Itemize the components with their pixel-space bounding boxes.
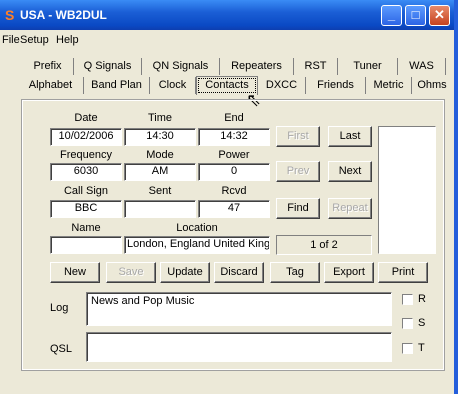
tab-clock[interactable]: Clock bbox=[150, 77, 196, 94]
rcvd-label: Rcvd bbox=[221, 185, 247, 197]
tab-friends[interactable]: Friends bbox=[306, 77, 366, 94]
checkbox-s[interactable] bbox=[402, 318, 413, 329]
checkbox-t[interactable] bbox=[402, 343, 413, 354]
tab-alphabet[interactable]: Alphabet bbox=[18, 77, 84, 94]
discard-button[interactable]: Discard bbox=[214, 262, 264, 283]
app-s-icon: S bbox=[5, 7, 15, 23]
power-label: Power bbox=[218, 149, 250, 161]
save-button[interactable]: Save bbox=[106, 262, 156, 283]
callsign-field[interactable]: BBC bbox=[50, 200, 122, 218]
tab-rst[interactable]: RST bbox=[294, 58, 338, 75]
mode-label: Mode bbox=[146, 149, 174, 161]
checkbox-r-label: R bbox=[418, 293, 426, 305]
tab-band-plan[interactable]: Band Plan bbox=[84, 77, 150, 94]
callsign-label: Call Sign bbox=[63, 185, 109, 197]
tab-ohms[interactable]: Ohms bbox=[412, 77, 452, 94]
mode-field[interactable]: AM bbox=[124, 163, 196, 181]
maximize-button[interactable]: □ bbox=[405, 5, 426, 26]
title-bar[interactable]: S USA - WB2DUL _ □ ✕ bbox=[0, 0, 454, 30]
tab-tuner[interactable]: Tuner bbox=[338, 58, 398, 75]
qsl-label: QSL bbox=[50, 343, 73, 355]
location-field[interactable]: London, England United Kingdom bbox=[124, 236, 270, 254]
repeat-button[interactable]: Repeat bbox=[328, 198, 372, 219]
tab-row-2: Alphabet Band Plan Clock Contacts DXCC F… bbox=[0, 76, 454, 95]
date-label: Date bbox=[74, 112, 98, 124]
sent-field[interactable] bbox=[124, 200, 196, 218]
new-button[interactable]: New bbox=[50, 262, 100, 283]
app-window: S USA - WB2DUL _ □ ✕ File Setup Help Pre… bbox=[0, 0, 458, 394]
minimize-button[interactable]: _ bbox=[381, 5, 402, 26]
checkbox-s-label: S bbox=[418, 317, 426, 329]
tab-repeaters[interactable]: Repeaters bbox=[220, 58, 294, 75]
tab-metric[interactable]: Metric bbox=[366, 77, 412, 94]
update-button[interactable]: Update bbox=[160, 262, 210, 283]
contacts-listbox[interactable] bbox=[378, 126, 436, 254]
end-field[interactable]: 14:32 bbox=[198, 128, 270, 146]
print-button[interactable]: Print bbox=[378, 262, 428, 283]
time-label: Time bbox=[147, 112, 173, 124]
frequency-field[interactable]: 6030 bbox=[50, 163, 122, 181]
export-button[interactable]: Export bbox=[324, 262, 374, 283]
tab-q-signals[interactable]: Q Signals bbox=[74, 58, 142, 75]
close-button[interactable]: ✕ bbox=[429, 5, 450, 26]
menu-file[interactable]: File bbox=[2, 34, 20, 46]
record-counter: 1 of 2 bbox=[276, 235, 372, 255]
window-title: USA - WB2DUL bbox=[20, 8, 107, 22]
menu-setup[interactable]: Setup bbox=[20, 34, 49, 46]
sent-label: Sent bbox=[148, 185, 172, 197]
log-label: Log bbox=[50, 302, 69, 314]
prev-button[interactable]: Prev bbox=[276, 161, 320, 182]
tab-was[interactable]: WAS bbox=[398, 58, 446, 75]
date-field[interactable]: 10/02/2006 bbox=[50, 128, 122, 146]
time-field[interactable]: 14:30 bbox=[124, 128, 196, 146]
last-button[interactable]: Last bbox=[328, 126, 372, 147]
tab-prefix[interactable]: Prefix bbox=[22, 58, 74, 75]
checkbox-t-label: T bbox=[418, 342, 425, 354]
rcvd-field[interactable]: 47 bbox=[198, 200, 270, 218]
log-textarea[interactable]: News and Pop Music bbox=[86, 292, 392, 326]
tag-button[interactable]: Tag bbox=[270, 262, 320, 283]
next-button[interactable]: Next bbox=[328, 161, 372, 182]
menu-help[interactable]: Help bbox=[56, 34, 79, 46]
name-label: Name bbox=[71, 222, 101, 234]
menu-bar: File Setup Help bbox=[0, 30, 454, 50]
tab-row-1: Prefix Q Signals QN Signals Repeaters RS… bbox=[0, 58, 454, 75]
find-button[interactable]: Find bbox=[276, 198, 320, 219]
tab-qn-signals[interactable]: QN Signals bbox=[142, 58, 220, 75]
tab-dxcc[interactable]: DXCC bbox=[258, 77, 306, 94]
location-label: Location bbox=[176, 222, 218, 234]
power-field[interactable]: 0 bbox=[198, 163, 270, 181]
end-label: End bbox=[224, 112, 244, 124]
name-field[interactable] bbox=[50, 236, 122, 254]
frequency-label: Frequency bbox=[60, 149, 112, 161]
first-button[interactable]: First bbox=[276, 126, 320, 147]
qsl-textarea[interactable] bbox=[86, 332, 392, 362]
checkbox-r[interactable] bbox=[402, 294, 413, 305]
